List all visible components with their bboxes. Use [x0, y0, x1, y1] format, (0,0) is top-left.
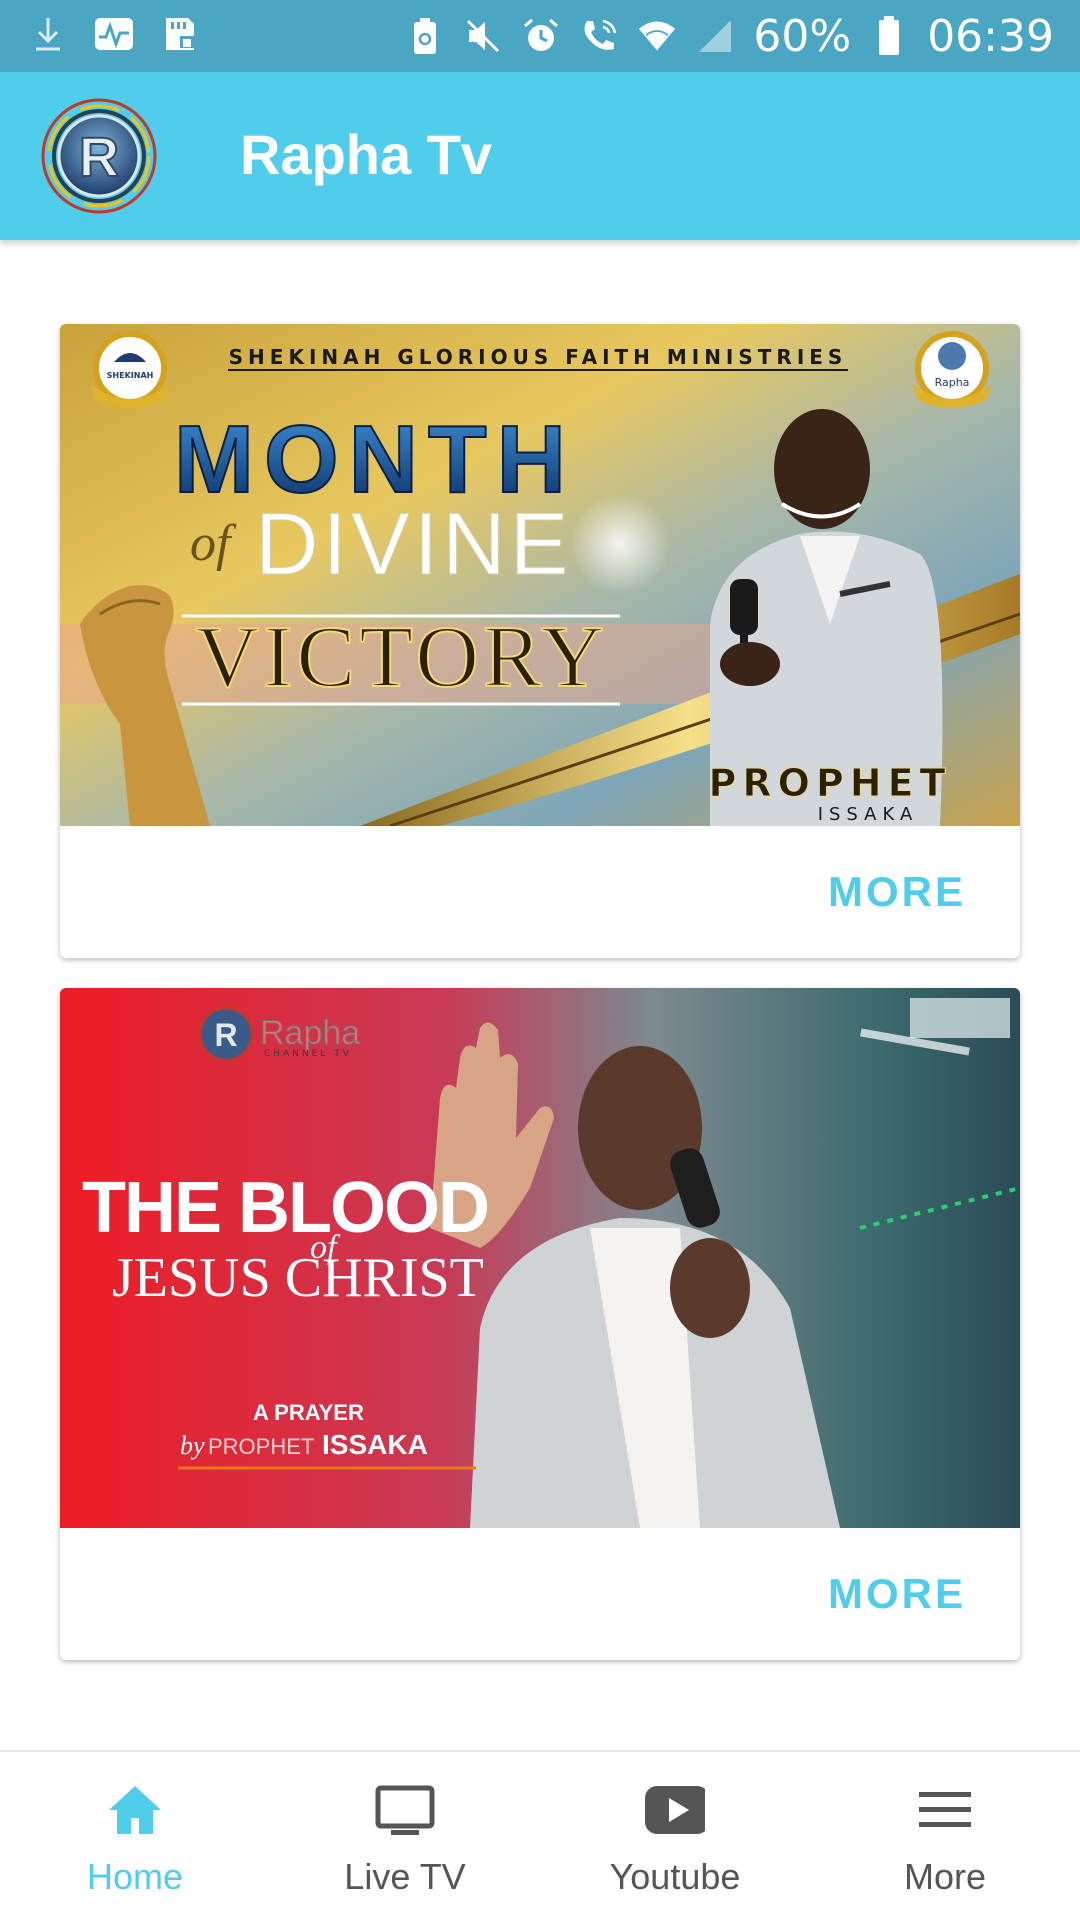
battery-icon — [869, 16, 909, 56]
nav-more-label: More — [903, 1856, 987, 1897]
speaker-name: ISSAKA — [818, 804, 919, 825]
rapha-badge: Rapha — [912, 331, 992, 408]
prayer-by: by — [180, 1431, 205, 1460]
nav-home-label: Home — [86, 1856, 184, 1897]
bottom-navigation: Home Live TV Youtube More — [0, 1750, 1080, 1922]
speaker-title: PROPHET — [709, 761, 952, 805]
mute-icon — [463, 16, 503, 56]
svg-text:Rapha: Rapha — [935, 376, 970, 389]
logo-letter: R — [79, 125, 119, 188]
svg-text:R: R — [214, 1017, 237, 1053]
ministry-header: SHEKINAH GLORIOUS FAITH MINISTRIES — [229, 345, 848, 369]
battery-percent: 60% — [753, 10, 852, 62]
shekinah-badge: SHEKINAH — [90, 331, 170, 408]
app-logo[interactable]: R — [36, 98, 162, 214]
status-bar: 60% 06:39 — [0, 0, 1080, 72]
sd-card-icon — [160, 14, 200, 54]
wifi-call-icon — [579, 16, 619, 56]
svg-text:Rapha: Rapha — [260, 1014, 360, 1052]
more-button[interactable]: MORE — [828, 1570, 966, 1618]
status-system-icons: 60% 06:39 — [405, 8, 1054, 64]
banner-month-of-divine-victory[interactable]: SHEKINAH GLORIOUS FAITH MINISTRIES SHEKI… — [60, 324, 1020, 826]
prayer-label: A PRAYER — [253, 1400, 364, 1425]
status-notification-icons — [28, 14, 200, 54]
tv-icon — [375, 1785, 435, 1835]
menu-icon — [919, 1792, 971, 1827]
wifi-icon — [637, 16, 677, 56]
title-jesus-christ: JESUS CHRIST — [112, 1247, 484, 1309]
title-victory: VICTORY — [196, 609, 609, 706]
title-the-blood: THE BLOOD — [82, 1168, 488, 1248]
app-title: Rapha Tv — [240, 123, 493, 186]
more-button[interactable]: MORE — [828, 868, 966, 916]
rapha-channel-logo: R Rapha CHANNEL TV — [198, 1006, 361, 1062]
youtube-icon — [645, 1786, 705, 1834]
title-of: of — [190, 515, 237, 572]
nav-youtube[interactable]: Youtube — [540, 1752, 810, 1922]
prayer-name: ISSAKA — [322, 1429, 428, 1460]
battery-saver-icon — [405, 16, 445, 56]
alarm-icon — [521, 16, 561, 56]
nav-home[interactable]: Home — [0, 1752, 270, 1922]
video-card[interactable]: SHEKINAH GLORIOUS FAITH MINISTRIES SHEKI… — [60, 324, 1020, 958]
nav-more[interactable]: More — [810, 1752, 1080, 1922]
title-divine: DIVINE — [255, 494, 572, 593]
banner-the-blood-of-jesus-christ[interactable]: R Rapha CHANNEL TV THE BLOOD of JESUS CH… — [60, 988, 1020, 1528]
svg-text:SHEKINAH: SHEKINAH — [107, 371, 154, 380]
download-icon — [28, 14, 68, 54]
clock: 06:39 — [927, 10, 1054, 62]
app-bar: R Rapha Tv — [0, 72, 1080, 240]
nav-live-tv[interactable]: Live TV — [270, 1752, 540, 1922]
prayer-prophet: PROPHET — [208, 1434, 314, 1459]
nav-youtube-label: Youtube — [609, 1856, 741, 1897]
signal-icon — [695, 16, 735, 56]
svg-text:CHANNEL TV: CHANNEL TV — [264, 1049, 352, 1059]
activity-icon — [94, 14, 134, 54]
video-card[interactable]: R Rapha CHANNEL TV THE BLOOD of JESUS CH… — [60, 988, 1020, 1660]
home-icon — [109, 1786, 161, 1834]
nav-live-tv-label: Live TV — [344, 1856, 466, 1897]
